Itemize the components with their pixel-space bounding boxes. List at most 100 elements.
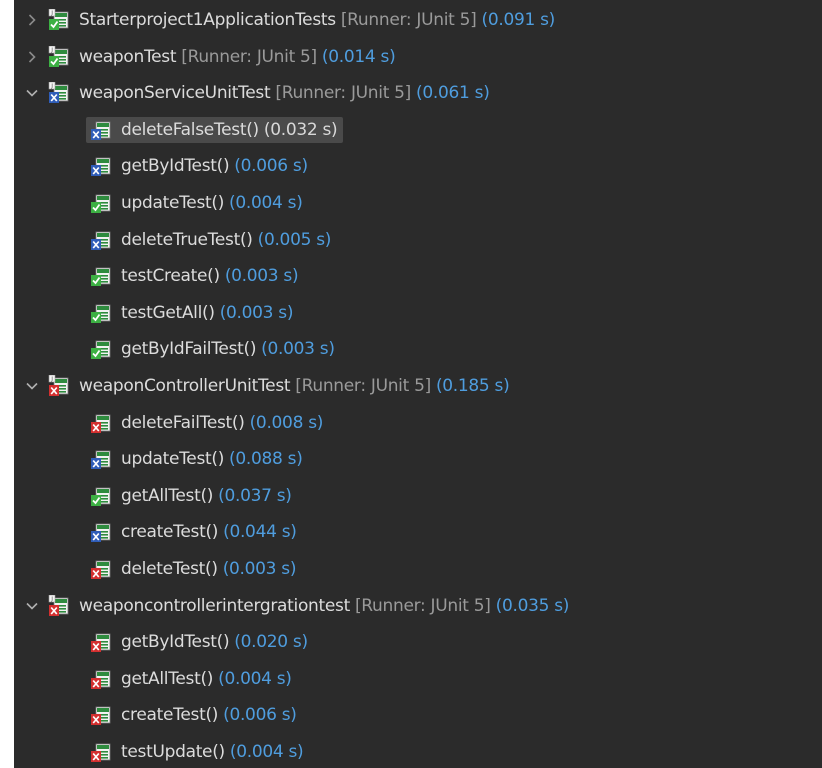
chevron-right-icon[interactable] <box>22 10 42 30</box>
test-method-icon-pass <box>91 194 111 213</box>
suite-name: weaponcontrollerintergrationtest <box>79 595 350 616</box>
test-time: (0.005 s) <box>257 229 332 250</box>
test-time: (0.020 s) <box>234 632 308 653</box>
test-method-icon-fail <box>91 231 111 250</box>
test-name: testCreate() <box>121 266 220 287</box>
svg-text:J: J <box>50 596 52 602</box>
test-time: (0.008 s) <box>249 412 324 433</box>
test-method-icon-fail <box>91 450 111 470</box>
suite-name: weaponControllerUnitTest <box>79 376 291 396</box>
chevron-down-icon[interactable] <box>22 596 42 616</box>
test-time: (0.003 s) <box>219 302 294 323</box>
test-name: createTest() <box>121 705 219 726</box>
suite-row[interactable]: Jweaponcontrollerintergrationtest [Runner… <box>22 589 569 623</box>
test-method-icon-pass <box>91 487 111 506</box>
suite-runner: [Runner: JUnit 5] <box>340 10 477 30</box>
test-row[interactable]: deleteTest() (0.003 s) <box>90 552 297 586</box>
test-time: (0.006 s) <box>223 705 297 726</box>
svg-text:J: J <box>50 377 52 383</box>
test-method-icon-pass <box>91 267 111 287</box>
test-name: getAllTest() <box>121 668 214 689</box>
test-suite-icon-pass: J <box>48 45 69 67</box>
test-time: (0.003 s) <box>224 266 299 287</box>
test-time: (0.004 s) <box>229 742 304 762</box>
chevron-right-icon[interactable] <box>22 47 42 67</box>
test-method-icon-fail <box>91 523 111 543</box>
test-method-icon-error <box>91 743 111 762</box>
test-name: testUpdate() <box>121 742 225 762</box>
svg-text:J: J <box>50 11 52 17</box>
test-time: (0.003 s) <box>222 559 297 579</box>
test-suite-icon-fail: J <box>48 82 69 104</box>
test-suite-icon-error: J <box>48 594 69 616</box>
test-name: deleteFailTest() <box>121 412 245 433</box>
test-method-icon-fail <box>91 157 111 177</box>
suite-runner: [Runner: JUnit 5] <box>181 46 317 67</box>
suite-row[interactable]: JweaponControllerUnitTest [Runner: JUnit … <box>22 369 510 403</box>
suite-time: (0.185 s) <box>435 376 510 396</box>
chevron-down-icon[interactable] <box>22 83 42 103</box>
test-method-icon-error <box>91 633 111 653</box>
test-name: deleteTest() <box>121 559 218 579</box>
test-method-icon-error <box>91 560 111 579</box>
suite-row[interactable]: JweaponTest [Runner: JUnit 5] (0.014 s) <box>22 40 396 74</box>
junit-test-tree: J Starterproject1ApplicationTests [Runner:… <box>14 0 822 768</box>
test-name: testGetAll() <box>121 302 215 323</box>
svg-text:J: J <box>50 47 52 53</box>
test-method-icon-error <box>91 706 111 726</box>
test-time: (0.032 s) <box>263 119 338 140</box>
test-name: getByIdFailTest() <box>121 339 257 360</box>
test-row[interactable]: getByIdFailTest() (0.003 s) <box>90 332 335 366</box>
test-method-icon-pass <box>91 340 111 360</box>
test-row[interactable]: testCreate() (0.003 s) <box>90 259 299 293</box>
test-name: updateTest() <box>121 449 225 470</box>
test-row[interactable]: getAllTest() (0.037 s) <box>90 479 292 513</box>
suite-runner: [Runner: JUnit 5] <box>354 595 491 616</box>
test-row[interactable]: getByIdTest() (0.006 s) <box>90 149 308 183</box>
test-name: updateTest() <box>121 193 225 213</box>
test-row[interactable]: deleteTrueTest() (0.005 s) <box>90 223 331 257</box>
test-name: createTest() <box>121 522 219 543</box>
suite-runner: [Runner: JUnit 5] <box>275 83 412 104</box>
suite-name: Starterproject1ApplicationTests <box>79 10 336 30</box>
test-name: getByIdTest() <box>121 156 230 177</box>
test-row[interactable]: updateTest() (0.004 s) <box>90 186 303 220</box>
chevron-down-icon[interactable] <box>22 376 42 396</box>
test-name: getAllTest() <box>121 485 214 506</box>
test-time: (0.006 s) <box>234 156 308 177</box>
suite-name: weaponServiceUnitTest <box>79 83 271 104</box>
svg-text:J: J <box>50 84 52 90</box>
test-row[interactable]: testUpdate() (0.004 s) <box>90 735 304 768</box>
suite-runner: [Runner: JUnit 5] <box>295 376 431 396</box>
test-time: (0.044 s) <box>223 522 297 543</box>
test-method-icon-error <box>91 414 111 433</box>
suite-row[interactable]: J Starterproject1ApplicationTests [Runner:… <box>22 3 555 37</box>
test-method-icon-error <box>91 670 111 689</box>
test-suite-icon-error: J <box>48 375 69 396</box>
suite-time: (0.061 s) <box>416 83 490 104</box>
test-row-selected[interactable]: deleteFalseTest() (0.032 s) <box>86 113 344 147</box>
test-method-icon-pass <box>91 304 111 323</box>
suite-time: (0.014 s) <box>321 46 396 67</box>
suite-name: weaponTest <box>79 46 177 67</box>
test-name: getByIdTest() <box>121 632 230 653</box>
suite-time: (0.035 s) <box>495 595 570 616</box>
test-time: (0.003 s) <box>261 339 335 360</box>
test-suite-icon-pass: J <box>48 9 69 30</box>
test-name: deleteFalseTest() <box>121 119 259 140</box>
suite-row[interactable]: JweaponServiceUnitTest [Runner: JUnit 5](… <box>22 76 490 110</box>
test-row[interactable]: createTest() (0.044 s) <box>90 515 297 549</box>
test-time: (0.037 s) <box>218 485 292 506</box>
test-row[interactable]: deleteFailTest() (0.008 s) <box>90 406 323 440</box>
test-method-icon-fail <box>91 121 111 140</box>
test-time: (0.004 s) <box>218 668 292 689</box>
suite-time: (0.091 s) <box>481 10 556 30</box>
test-time: (0.088 s) <box>229 449 303 470</box>
test-row[interactable]: getByIdTest() (0.020 s) <box>90 625 308 659</box>
test-name: deleteTrueTest() <box>121 229 253 250</box>
test-row[interactable]: testGetAll() (0.003 s) <box>90 296 293 330</box>
test-row[interactable]: createTest() (0.006 s) <box>90 698 297 732</box>
test-time: (0.004 s) <box>229 193 303 213</box>
test-row[interactable]: updateTest() (0.088 s) <box>90 442 303 476</box>
test-row[interactable]: getAllTest() (0.004 s) <box>90 662 292 696</box>
